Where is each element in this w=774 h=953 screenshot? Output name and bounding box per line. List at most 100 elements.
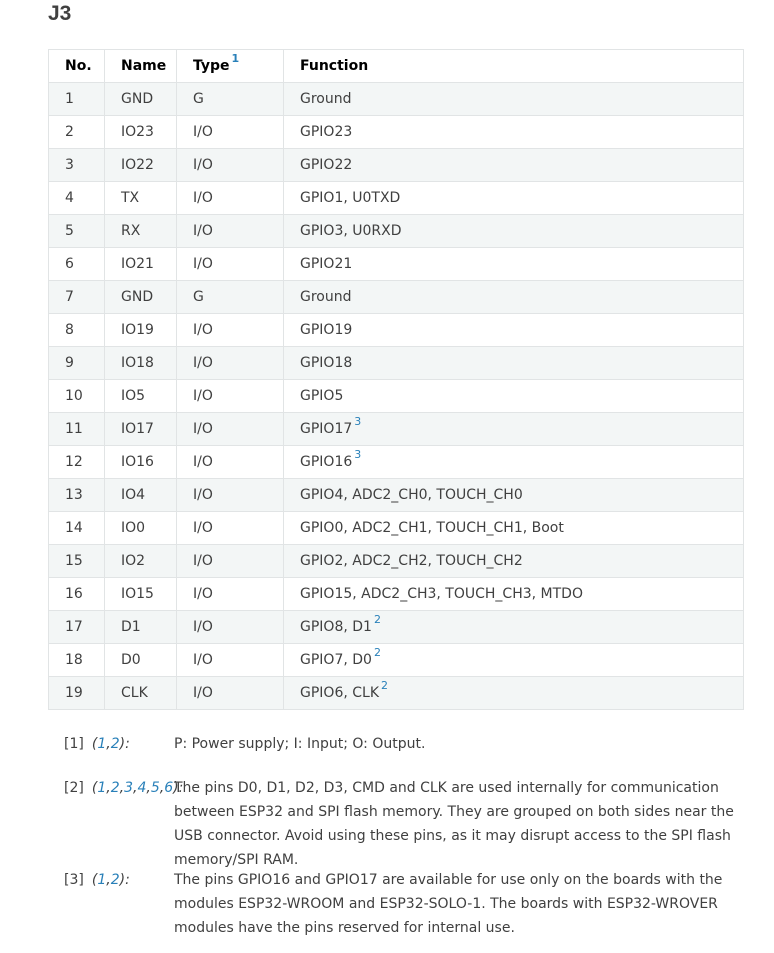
cell-function-text: GPIO8, D1 [300,619,372,635]
cell-type: I/O [176,181,284,215]
column-header-type: Type 1 [176,49,284,83]
column-header-function: Function [283,49,744,83]
table-header-row: No. Name Type 1 Function [48,49,744,83]
footnote-backref-link[interactable]: 2 [111,872,120,888]
table-row: 14 IO0 I/O GPIO0, ADC2_CH1, TOUCH_CH1, Boot [48,511,744,545]
footnote-backrefs: (1,2): [91,872,130,888]
cell-no: 12 [48,445,105,479]
cell-function-text: GPIO5 [300,388,344,404]
cell-type: I/O [176,511,284,545]
table-row: 12 IO16 I/O GPIO16 3 [48,445,744,479]
footnote-backrefs: (1,2): [91,736,130,752]
footnote-ref-link[interactable]: 2 [374,613,381,626]
column-header-no: No. [48,49,105,83]
cell-function: Ground [283,82,744,116]
footnote-label: [3] [64,872,84,888]
cell-function: GPIO5 [283,379,744,413]
cell-function: Ground [283,280,744,314]
footnote: [2] (1,2,3,4,5,6): The pins D0, D1, D2, D3… [64,776,744,872]
cell-type: I/O [176,214,284,248]
cell-function-text: Ground [300,91,352,107]
table-row: 4 TX I/O GPIO1, U0TXD [48,181,744,215]
cell-no: 14 [48,511,105,545]
footnote-backref-link[interactable]: 2 [111,780,120,796]
table-row: 13 IO4 I/O GPIO4, ADC2_CH0, TOUCH_CH0 [48,478,744,512]
footnote-ref-link[interactable]: 3 [354,448,361,461]
cell-type: G [176,82,284,116]
cell-name: GND [104,280,177,314]
page-title: J3 [48,2,72,25]
footnote-label-group: [3] (1,2): [64,868,174,940]
footnote-backref-link[interactable]: 1 [97,780,106,796]
table-row: 10 IO5 I/O GPIO5 [48,379,744,413]
cell-function-text: GPIO19 [300,322,353,338]
cell-name: IO0 [104,511,177,545]
footnote: [1] (1,2): P: Power supply; I: Input; O: O… [64,732,744,756]
footnote-backref-link[interactable]: 1 [97,872,106,888]
cell-no: 18 [48,643,105,677]
cell-no: 16 [48,577,105,611]
footnote-backref-link[interactable]: 1 [97,736,106,752]
footnote-backref-link[interactable]: 2 [111,736,120,752]
cell-type: I/O [176,247,284,281]
table-body: 1 GND G Ground 2 IO23 I/O GPIO23 3 IO22 I/O GPIO22 4… [48,82,744,710]
footnote-ref-link[interactable]: 2 [381,679,388,692]
table-row: 2 IO23 I/O GPIO23 [48,115,744,149]
footnote-text: P: Power supply; I: Input; O: Output. [174,736,426,752]
table-row: 17 D1 I/O GPIO8, D1 2 [48,610,744,644]
cell-no: 9 [48,346,105,380]
cell-function-text: GPIO6, CLK [300,685,380,701]
cell-no: 7 [48,280,105,314]
cell-type: I/O [176,577,284,611]
footnote-backref-link[interactable]: 6 [164,780,173,796]
cell-type: I/O [176,643,284,677]
footnote-text: The pins GPIO16 and GPIO17 are available… [174,872,723,936]
cell-name: GND [104,82,177,116]
footnote-backref-link[interactable]: 5 [151,780,160,796]
footnote-text: The pins D0, D1, D2, D3, CMD and CLK are… [174,780,734,868]
cell-type: I/O [176,610,284,644]
table-row: 16 IO15 I/O GPIO15, ADC2_CH3, TOUCH_CH3, MT… [48,577,744,611]
cell-name: IO22 [104,148,177,182]
cell-no: 19 [48,676,105,710]
cell-function: GPIO6, CLK 2 [283,676,744,710]
column-header-name: Name [104,49,177,83]
table-row: 5 RX I/O GPIO3, U0RXD [48,214,744,248]
footnote-label-group: [1] (1,2): [64,732,174,756]
pin-table: No. Name Type 1 Function 1 GND G Ground 2 IO23… [48,49,744,710]
cell-type: I/O [176,676,284,710]
cell-type: I/O [176,412,284,446]
column-header-type-label: Type [193,58,230,74]
footnote-label: [1] [64,736,84,752]
cell-function-text: GPIO23 [300,124,353,140]
cell-type: I/O [176,346,284,380]
cell-type: I/O [176,478,284,512]
cell-no: 2 [48,115,105,149]
cell-function-text: GPIO22 [300,157,353,173]
footnote-ref-link[interactable]: 1 [232,52,240,65]
cell-function: GPIO17 3 [283,412,744,446]
cell-function-text: GPIO3, U0RXD [300,223,402,239]
table-row: 7 GND G Ground [48,280,744,314]
footnote-backref-link[interactable]: 3 [124,780,133,796]
cell-name: IO4 [104,478,177,512]
cell-no: 17 [48,610,105,644]
cell-function: GPIO8, D1 2 [283,610,744,644]
cell-function-text: Ground [300,289,352,305]
cell-function-text: GPIO0, ADC2_CH1, TOUCH_CH1, Boot [300,520,564,536]
cell-type: I/O [176,313,284,347]
cell-no: 8 [48,313,105,347]
footnote-backrefs: (1,2,3,4,5,6): [91,780,184,796]
cell-function-text: GPIO1, U0TXD [300,190,401,206]
cell-no: 5 [48,214,105,248]
cell-function: GPIO0, ADC2_CH1, TOUCH_CH1, Boot [283,511,744,545]
footnote-ref-link[interactable]: 2 [374,646,381,659]
cell-name: IO15 [104,577,177,611]
cell-function-text: GPIO18 [300,355,353,371]
footnote-ref-link[interactable]: 3 [354,415,361,428]
cell-name: IO2 [104,544,177,578]
cell-function: GPIO15, ADC2_CH3, TOUCH_CH3, MTDO [283,577,744,611]
cell-function: GPIO23 [283,115,744,149]
cell-function: GPIO22 [283,148,744,182]
cell-name: D0 [104,643,177,677]
